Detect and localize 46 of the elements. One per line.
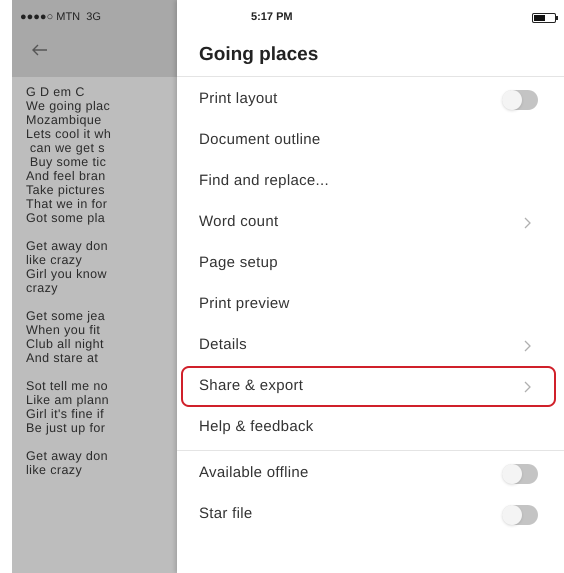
document-line: Buy some tic: [28, 155, 108, 169]
document-line: Sot tell me no: [26, 379, 110, 393]
document-line: Get some jea: [26, 309, 106, 323]
document-line: G D em C: [26, 85, 86, 99]
carrier-text: ●●●●○ MTN 3G: [20, 10, 101, 26]
toggle-switch[interactable]: [502, 90, 538, 110]
menu-item[interactable]: Word count: [181, 202, 556, 243]
menu-item[interactable]: Details: [181, 325, 556, 366]
document-line: Got some pla: [26, 211, 106, 225]
document-line: Mozambique: [26, 113, 103, 127]
document-line: Girl it's fine if: [26, 407, 105, 421]
document-line: Lets cool it wh: [26, 127, 112, 141]
menu-item[interactable]: Page setup: [181, 243, 556, 284]
document-line: crazy: [26, 281, 59, 295]
menu-item[interactable]: Find and replace...: [181, 161, 556, 202]
document-line: Like am plann: [26, 393, 110, 407]
document-line: When you fit: [26, 323, 102, 337]
status-time: 5:17 PM: [251, 10, 293, 26]
menu-title: Going places: [199, 43, 318, 68]
menu-item[interactable]: Document outline: [181, 120, 556, 161]
menu-item[interactable]: Print preview: [181, 284, 556, 325]
menu-item[interactable]: Available offline: [181, 453, 556, 494]
document-line: Club all night: [26, 337, 105, 351]
document-line: Girl you know: [26, 267, 108, 281]
document-line: Get away don: [26, 449, 109, 463]
document-line: We going plac: [26, 99, 112, 113]
document-line: like crazy: [26, 253, 84, 267]
document-line: Be just up for: [26, 421, 106, 435]
menu-item[interactable]: Print layout: [181, 79, 556, 120]
menu-item[interactable]: Star file: [181, 494, 556, 535]
document-line: And stare at: [26, 351, 100, 365]
chevron-icon: [524, 380, 532, 392]
document-line: like crazy: [26, 463, 84, 477]
back-arrow-icon[interactable]: [32, 44, 48, 56]
toggle-switch[interactable]: [502, 504, 538, 524]
chevron-icon: [524, 216, 532, 228]
document-line: can we get s: [28, 141, 106, 155]
battery-icon: [532, 12, 558, 22]
chevron-icon: [524, 340, 532, 352]
document-line: And feel bran: [26, 169, 107, 183]
toggle-switch[interactable]: [502, 464, 538, 484]
document-line: Get away don: [26, 239, 109, 253]
menu-item[interactable]: Share & export: [181, 366, 556, 407]
document-line: That we in for: [26, 197, 108, 211]
menu-item[interactable]: Help & feedback: [181, 407, 556, 448]
document-line: Take pictures: [26, 183, 106, 197]
